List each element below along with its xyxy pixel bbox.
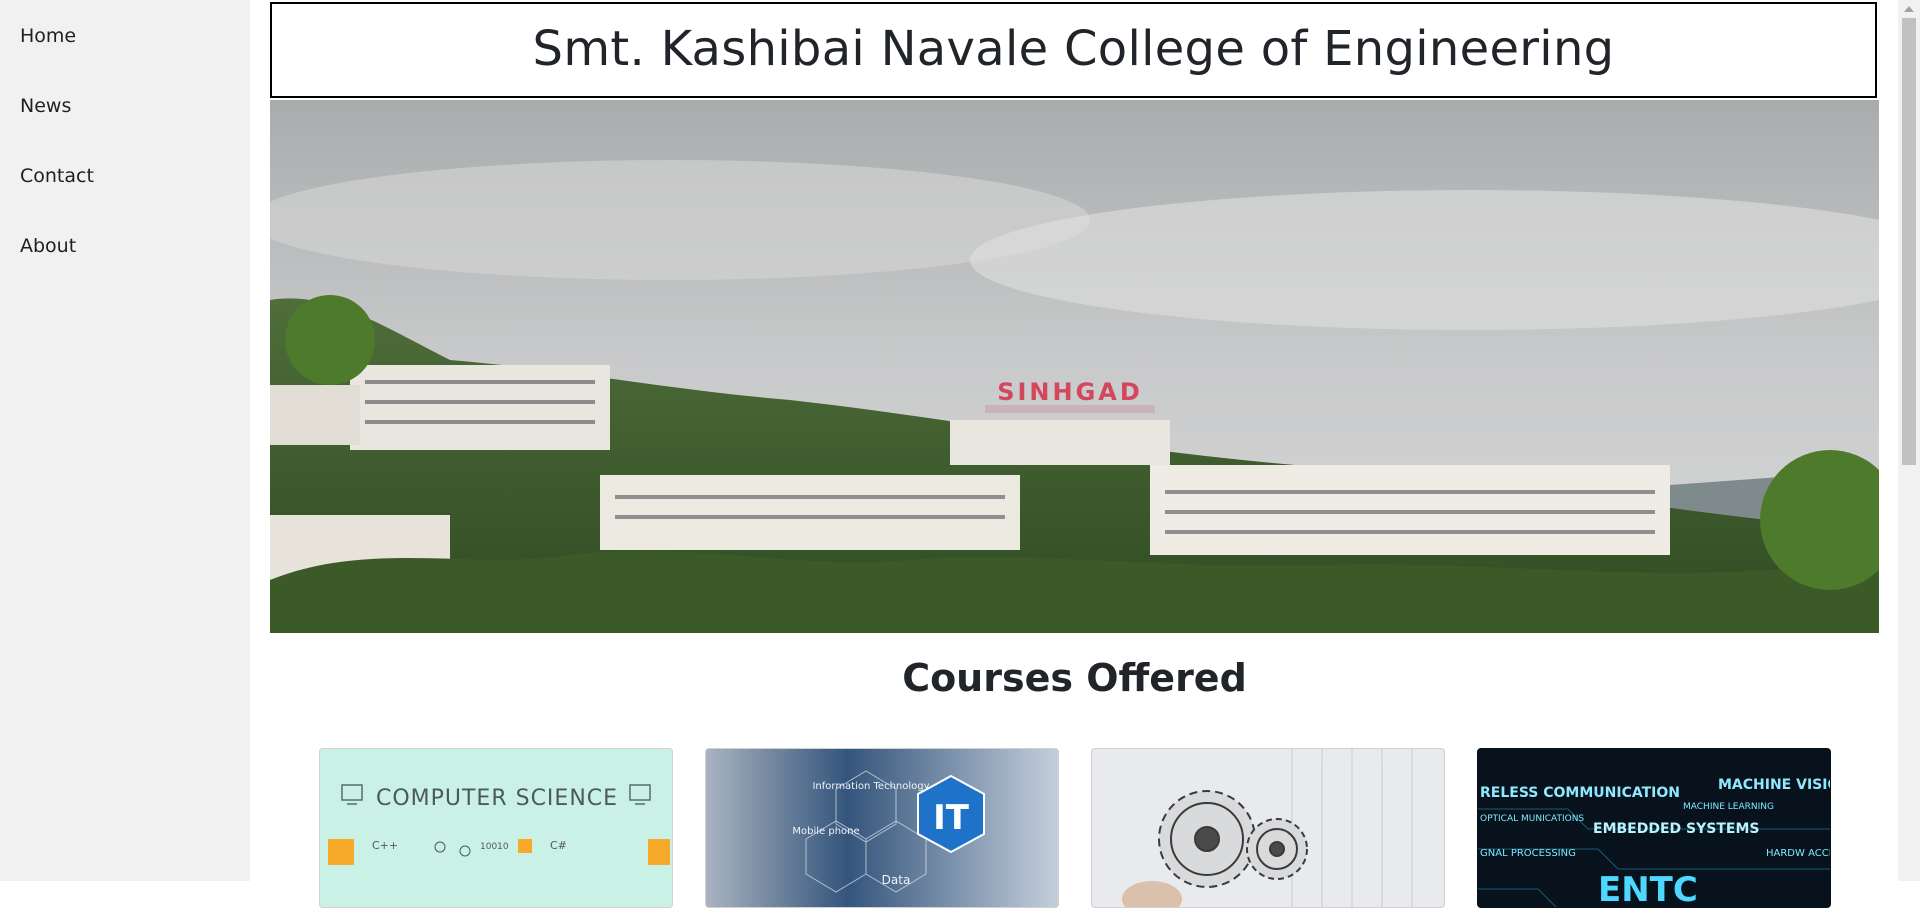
course-tag-it-2: Mobile phone (792, 826, 859, 837)
course-banner-cs: COMPUTER SCIENCE (376, 786, 618, 811)
computer-science-illustration: COMPUTER SCIENCE C++ C# 10010 (320, 749, 672, 907)
course-tag-entc-2: MACHINE VISIO (1718, 777, 1831, 793)
course-banner-it: IT (933, 798, 970, 838)
course-tag-it-3: Data (882, 873, 911, 887)
course-tag-cs-1: C++ (372, 839, 398, 852)
course-tag-entc-5: OPTICAL MUNICATIONS (1480, 814, 1584, 824)
course-tag-cs-2: C# (550, 839, 567, 852)
course-card-it[interactable]: IT Information Technology Mobile phone D… (705, 748, 1059, 908)
sidebar-item-about[interactable]: About (0, 210, 250, 280)
sidebar-item-home[interactable]: Home (0, 0, 250, 70)
course-tag-entc-3: MACHINE LEARNING (1683, 802, 1774, 812)
course-tag-entc-1: RELESS COMMUNICATION (1480, 785, 1680, 801)
course-tag-cs-3: 10010 (480, 842, 509, 852)
course-tag-entc-4: EMBEDDED SYSTEMS (1593, 821, 1759, 837)
vertical-scrollbar[interactable] (1898, 0, 1920, 881)
campus-photo: SINHGAD (270, 100, 1879, 633)
main-content: Smt. Kashibai Navale College of Engineer… (270, 0, 1880, 908)
course-tag-it-1: Information Technology (812, 781, 929, 792)
sidebar-item-news[interactable]: News (0, 70, 250, 140)
sidebar: Home News Contact About (0, 0, 250, 881)
course-tag-entc-6: GNAL PROCESSING (1480, 848, 1576, 859)
page-header: Smt. Kashibai Navale College of Engineer… (270, 2, 1877, 98)
gears-illustration (1092, 749, 1444, 907)
entc-illustration: RELESS COMMUNICATION MACHINE VISIO MACHI… (1478, 749, 1831, 908)
sidebar-item-contact[interactable]: Contact (0, 140, 250, 210)
scrollbar-thumb[interactable] (1902, 18, 1916, 465)
course-tag-entc-7: HARDW ACCELERA (1766, 848, 1831, 859)
page-title: Smt. Kashibai Navale College of Engineer… (532, 21, 1615, 77)
courses-heading: Courses Offered (902, 656, 1247, 700)
course-card-mechanical[interactable] (1091, 748, 1445, 908)
course-banner-entc: ENTC (1598, 870, 1698, 908)
campus-sign-text: SINHGAD (997, 378, 1143, 406)
campus-hero-image: SINHGAD (270, 100, 1879, 633)
course-card-computer-science[interactable]: COMPUTER SCIENCE C++ C# 10010 (319, 748, 673, 908)
course-card-entc[interactable]: RELESS COMMUNICATION MACHINE VISIO MACHI… (1477, 748, 1831, 908)
it-illustration: IT Information Technology Mobile phone D… (706, 749, 1058, 907)
scroll-up-arrow-icon[interactable] (1904, 6, 1914, 12)
